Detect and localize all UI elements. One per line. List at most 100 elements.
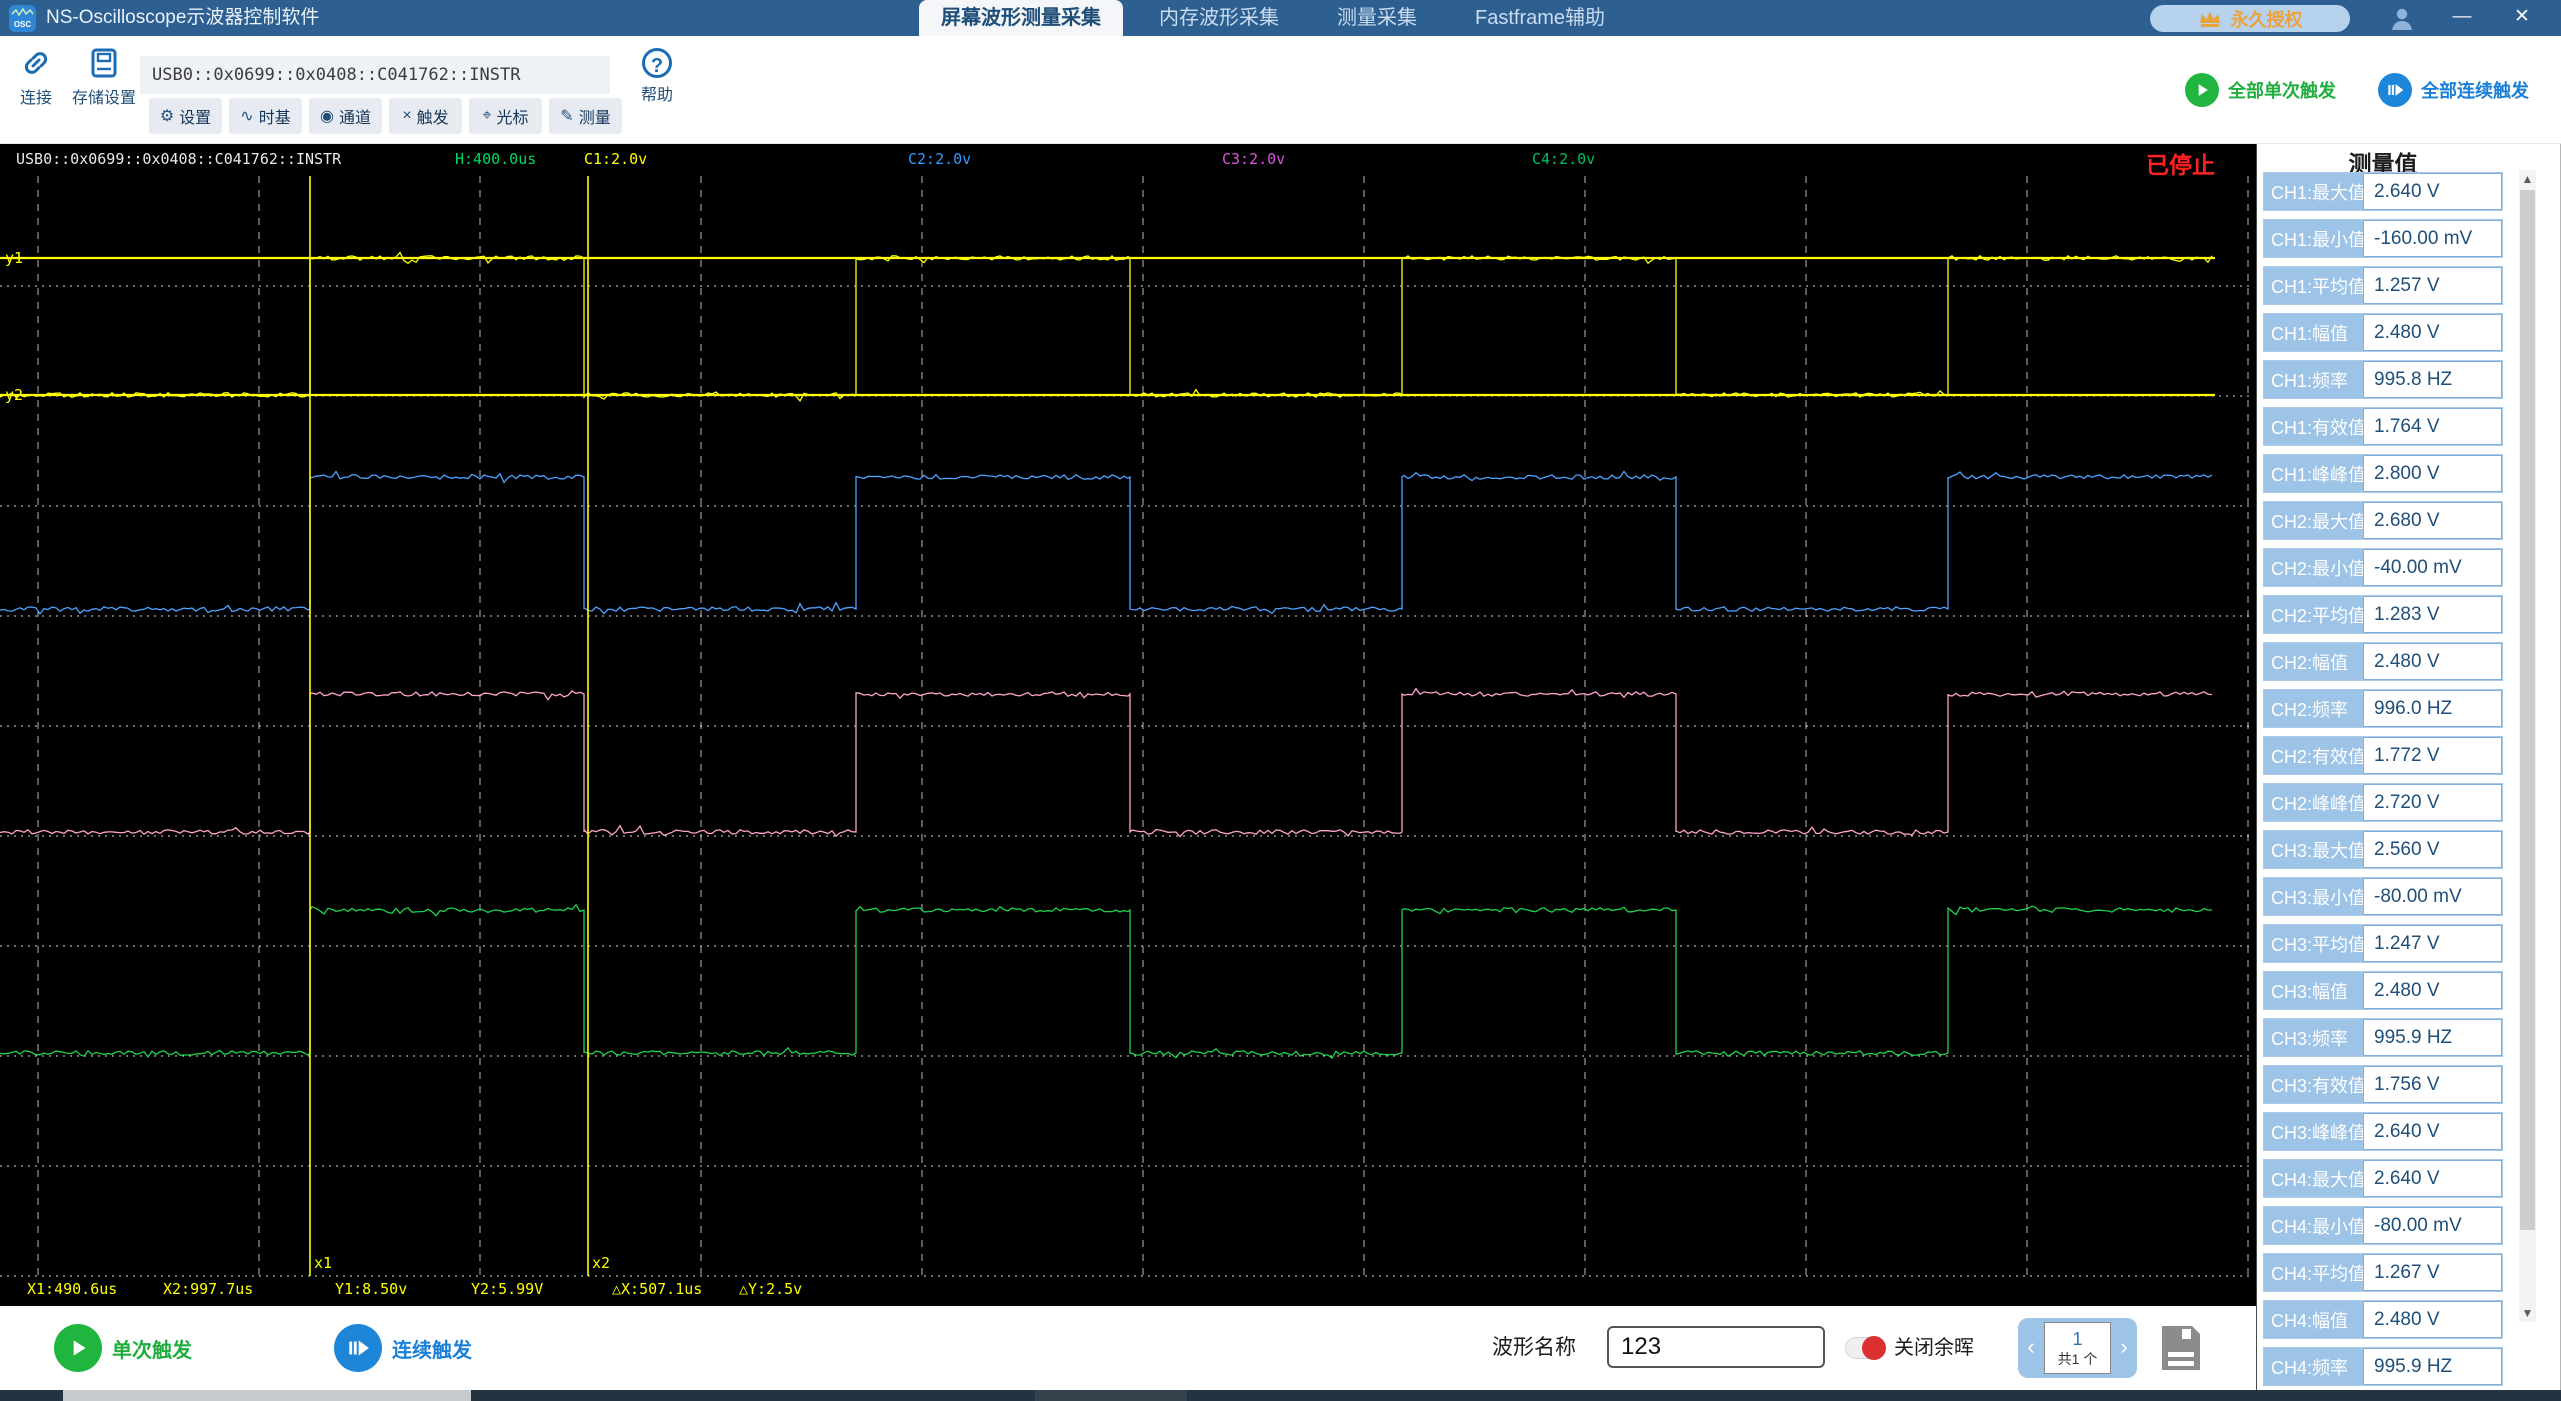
trigger-all-single-button[interactable]: 全部单次触发: [2185, 73, 2336, 107]
measurement-row-19: CH3:有效值 1.756 V: [2263, 1065, 2503, 1104]
measurement-label: CH4:幅值: [2264, 1301, 2363, 1338]
scroll-up-icon[interactable]: ▲: [2519, 170, 2536, 188]
measurement-label: CH2:峰峰值: [2264, 784, 2366, 821]
pager-prev-icon[interactable]: ‹: [2018, 1318, 2044, 1378]
scope-device-label: USB0::0x0699::0x0408::C041762::INSTR: [16, 150, 342, 168]
measurement-label: CH1:最大值: [2264, 173, 2366, 210]
storage-settings-button[interactable]: 存储设置: [68, 46, 140, 108]
scale-label-0: H:400.0us: [455, 150, 537, 168]
crown-icon: [2199, 11, 2220, 27]
persistence-toggle[interactable]: [1845, 1336, 1886, 1360]
toolbar-button-1[interactable]: ∿ 时基: [229, 98, 302, 134]
measurement-value: 2.640 V: [2363, 173, 2502, 210]
svg-text:OSC: OSC: [14, 20, 32, 29]
measurement-row-8: CH2:最小值 -40.00 mV: [2263, 548, 2503, 587]
link-icon: [24, 52, 48, 74]
tab-1[interactable]: 内存波形采集: [1137, 0, 1301, 36]
minimize-button[interactable]: —: [2440, 0, 2484, 36]
toolbar-button-label: 测量: [578, 110, 611, 127]
measurement-rows: CH1:最大值 2.640 V CH1:最小值 -160.00 mV CH1:平均值 1.…: [2263, 172, 2503, 1386]
help-button[interactable]: ? 帮助: [632, 48, 682, 105]
close-button[interactable]: ✕: [2500, 0, 2544, 36]
trigger-all-single-label: 全部单次触发: [2228, 81, 2336, 101]
user-icon[interactable]: [2388, 5, 2416, 33]
toolbar-button-label: 通道: [338, 110, 371, 127]
tab-3[interactable]: Fastframe辅助: [1453, 0, 1627, 36]
trace-CH1: [0, 251, 2213, 402]
app-title: NS-Oscilloscope示波器控制软件: [46, 7, 320, 28]
toolbar-button-label: 时基: [258, 110, 291, 127]
toolbar-button-5[interactable]: ✎ 测量: [549, 98, 622, 134]
toolbar-small-buttons: ⚙ 设置 ∿ 时基 ◉ 通道 × 触发 ⌖ 光标 ✎ 测量: [149, 98, 622, 134]
toolbar-button-label: 光标: [496, 110, 529, 127]
visa-address-input[interactable]: [140, 56, 610, 94]
license-label: 永久授权: [2230, 9, 2303, 30]
measurement-label: CH1:峰峰值: [2264, 455, 2366, 492]
measurement-label: CH4:平均值: [2264, 1254, 2366, 1291]
measurement-value: -80.00 mV: [2363, 1207, 2502, 1244]
measurement-label: CH4:频率: [2264, 1348, 2363, 1385]
scale-label-3: C3:2.0v: [1222, 150, 1286, 168]
trace-CH2: [0, 470, 2213, 616]
toolbar-button-4[interactable]: ⌖ 光标: [469, 98, 542, 134]
help-label: 帮助: [640, 87, 673, 104]
continuous-trigger-button[interactable]: 连续触发: [334, 1324, 472, 1372]
measurement-row-9: CH2:平均值 1.283 V: [2263, 595, 2503, 634]
measurement-row-18: CH3:频率 995.9 HZ: [2263, 1018, 2503, 1057]
pager-next-icon[interactable]: ›: [2111, 1318, 2137, 1378]
pager-total: 共1 个: [2057, 1351, 2098, 1367]
measurement-label: CH2:最小值: [2264, 549, 2366, 586]
measurement-scrollbar[interactable]: ▲ ▼: [2519, 170, 2536, 1322]
scroll-down-icon[interactable]: ▼: [2519, 1304, 2536, 1322]
measurement-label: CH2:频率: [2264, 690, 2363, 727]
single-trigger-button[interactable]: 单次触发: [54, 1324, 192, 1372]
measurement-value: 2.640 V: [2363, 1160, 2502, 1197]
measurement-value: 1.772 V: [2363, 737, 2502, 774]
waveform-plot[interactable]: y1 y2 x1 x2: [0, 144, 2256, 1306]
window-bottom-scrollbar[interactable]: [0, 1390, 2561, 1401]
measurement-label: CH4:最大值: [2264, 1160, 2366, 1197]
通道-icon: ◉: [320, 108, 334, 125]
license-badge[interactable]: 永久授权: [2150, 5, 2350, 32]
play-icon: [54, 1324, 102, 1372]
measurement-label: CH1:有效值: [2264, 408, 2366, 445]
触发-icon: ×: [402, 107, 412, 124]
scrollbar-thumb[interactable]: [2520, 190, 2535, 1230]
cursor-y1-label: y1: [5, 249, 23, 267]
measurement-label: CH2:最大值: [2264, 502, 2366, 539]
measurement-label: CH3:有效值: [2264, 1066, 2366, 1103]
measurement-row-20: CH3:峰峰值 2.640 V: [2263, 1112, 2503, 1151]
trace-CH4: [0, 903, 2213, 1060]
tab-0[interactable]: 屏幕波形测量采集: [919, 0, 1123, 36]
save-waveform-button[interactable]: [2156, 1322, 2206, 1374]
measurement-label: CH4:最小值: [2264, 1207, 2366, 1244]
measurement-value: 2.480 V: [2363, 972, 2502, 1009]
measurement-value: 1.267 V: [2363, 1254, 2502, 1291]
scope-display[interactable]: y1 y2 x1 x2 USB0::0x0699::0x0408::C041762::…: [0, 144, 2256, 1306]
toolbar-button-label: 触发: [416, 110, 449, 127]
measurement-value: -40.00 mV: [2363, 549, 2502, 586]
tab-2[interactable]: 测量采集: [1315, 0, 1439, 36]
measurement-row-2: CH1:平均值 1.257 V: [2263, 266, 2503, 305]
toolbar-button-0[interactable]: ⚙ 设置: [149, 98, 222, 134]
measurement-row-25: CH4:频率 995.9 HZ: [2263, 1347, 2503, 1386]
时基-icon: ∿: [240, 108, 254, 125]
bottom-scrollbar-thumb[interactable]: [63, 1390, 471, 1401]
wave-name-input[interactable]: [1607, 1326, 1825, 1368]
measurement-row-6: CH1:峰峰值 2.800 V: [2263, 454, 2503, 493]
pause-play-icon: [334, 1324, 382, 1372]
measurement-row-5: CH1:有效值 1.764 V: [2263, 407, 2503, 446]
trigger-all-continuous-button[interactable]: 全部连续触发: [2378, 73, 2529, 107]
wave-name-label: 波形名称: [1492, 1336, 1576, 1359]
connect-button[interactable]: 连接: [10, 46, 62, 108]
measurement-row-17: CH3:幅值 2.480 V: [2263, 971, 2503, 1010]
measurement-value: 1.247 V: [2363, 925, 2502, 962]
measurement-row-23: CH4:平均值 1.267 V: [2263, 1253, 2503, 1292]
measurement-value: 2.680 V: [2363, 502, 2502, 539]
measurement-value: 2.480 V: [2363, 1301, 2502, 1338]
save-icon: [2162, 1326, 2200, 1370]
toolbar-button-3[interactable]: × 触发: [389, 98, 462, 134]
measurement-row-24: CH4:幅值 2.480 V: [2263, 1300, 2503, 1339]
toolbar-button-2[interactable]: ◉ 通道: [309, 98, 382, 134]
measurement-value: 2.800 V: [2363, 455, 2502, 492]
